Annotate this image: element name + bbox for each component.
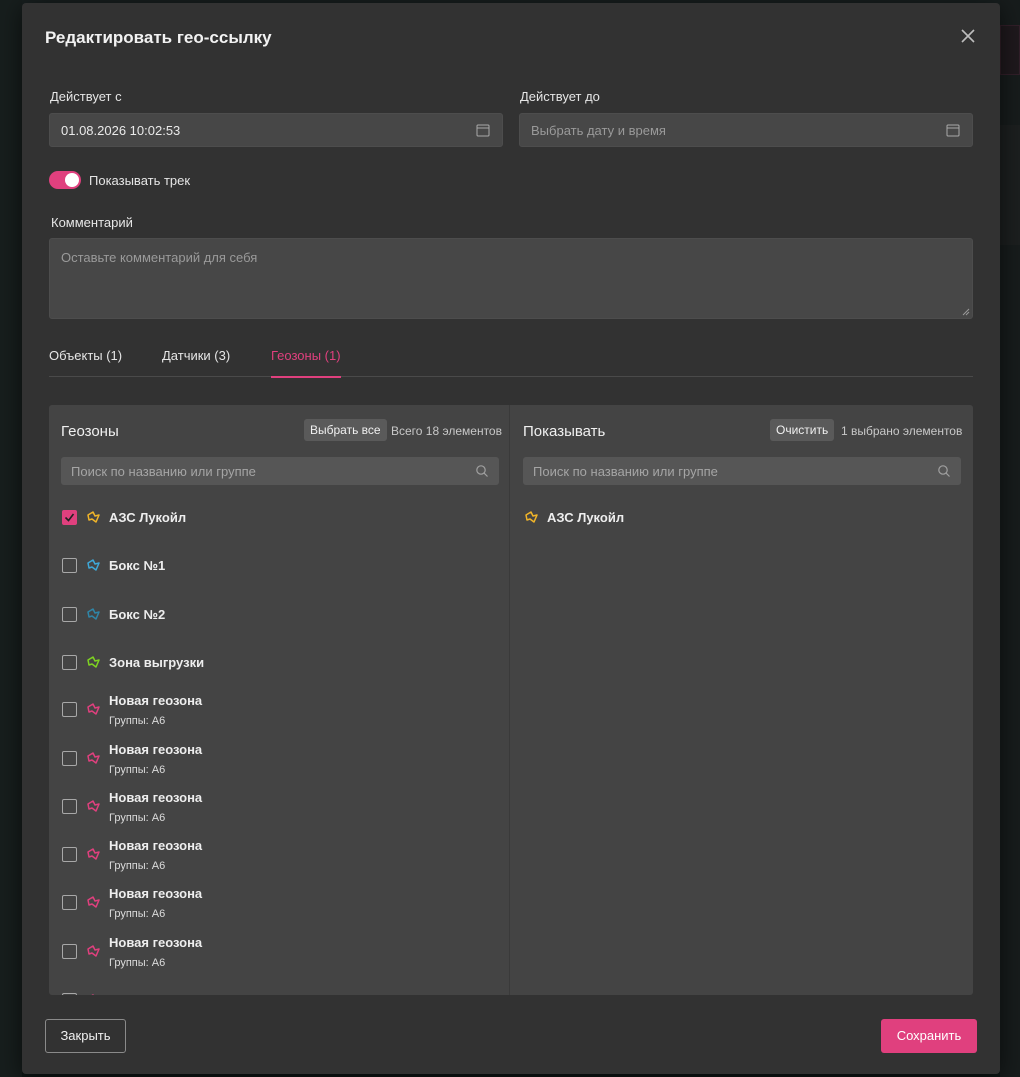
geozones-panel: Геозоны Выбрать все Всего 18 элементов П…: [49, 405, 510, 995]
item-name: АЗС Лукойл: [547, 510, 625, 525]
item-checkbox[interactable]: [62, 606, 77, 622]
item-checkbox[interactable]: [62, 847, 77, 863]
search-placeholder: Поиск по названию или группе: [533, 464, 718, 479]
item-group: Группы: А6: [109, 956, 166, 969]
item-checkbox[interactable]: [62, 895, 77, 911]
item-checkbox[interactable]: [62, 993, 77, 995]
valid-from-value: 01.08.2026 10:02:53: [61, 123, 181, 138]
search-icon: [476, 465, 488, 477]
geozone-icon: [86, 607, 101, 622]
edit-geolink-dialog: Редактировать гео-ссылку Действует с 01.…: [22, 3, 1000, 1074]
geozone-icon: [86, 702, 101, 717]
geozone-icon: [86, 944, 101, 959]
geozones-search-input[interactable]: Поиск по названию или группе: [61, 457, 499, 485]
close-button[interactable]: Закрыть: [45, 1019, 126, 1053]
calendar-icon[interactable]: [476, 123, 490, 137]
total-count: Всего 18 элементов: [391, 424, 502, 438]
comment-placeholder: Оставьте комментарий для себя: [61, 250, 258, 265]
geozone-icon: [86, 993, 101, 995]
clear-button[interactable]: Очистить: [770, 419, 835, 441]
geozone-icon: [86, 751, 101, 766]
geozones-panel-title: Геозоны: [61, 423, 119, 440]
show-track-label: Показывать трек: [89, 173, 191, 188]
tab-sensors[interactable]: Датчики (3): [162, 348, 230, 377]
item-name: Зона выгрузки: [109, 654, 205, 670]
item-checkbox[interactable]: [62, 510, 77, 525]
list-item[interactable]: Новая геозона Группы: А6: [49, 837, 510, 885]
item-name: Новая геозона: [109, 789, 203, 805]
close-icon[interactable]: [957, 25, 979, 47]
item-checkbox[interactable]: [62, 702, 77, 718]
save-button[interactable]: Сохранить: [881, 1019, 977, 1053]
check-icon: [64, 513, 75, 522]
valid-from-label: Действует с: [50, 89, 122, 104]
search-icon: [938, 465, 950, 477]
list-item[interactable]: Новая геозона Группы: А6: [49, 885, 510, 933]
item-checkbox[interactable]: [62, 943, 77, 959]
list-item[interactable]: Новая геозона Группы: А6: [49, 741, 510, 789]
item-name: Бокс №2: [109, 606, 166, 622]
geozone-icon: [86, 847, 101, 862]
valid-to-placeholder: Выбрать дату и время: [531, 123, 666, 138]
resize-grip-icon[interactable]: [962, 308, 970, 316]
list-item[interactable]: Новая геозона Группы: А6: [49, 692, 510, 740]
comment-label: Комментарий: [51, 215, 133, 230]
geozone-icon: [86, 799, 101, 814]
item-group: Группы: А6: [109, 715, 166, 728]
geozone-icon: [86, 655, 101, 670]
item-name: Новая геозона: [109, 934, 203, 950]
item-name: Новая геозона: [109, 886, 203, 902]
item-group: Группы: А6: [109, 860, 166, 873]
geozone-icon: [524, 510, 539, 525]
item-checkbox[interactable]: [62, 798, 77, 814]
selected-list: АЗС Лукойл: [511, 499, 972, 995]
item-checkbox[interactable]: [62, 654, 77, 670]
geozone-icon: [86, 895, 101, 910]
valid-from-field[interactable]: 01.08.2026 10:02:53: [49, 113, 503, 147]
transfer-panels: Геозоны Выбрать все Всего 18 элементов П…: [49, 405, 973, 995]
toggle-knob: [65, 173, 79, 187]
show-track-toggle[interactable]: [49, 171, 81, 189]
list-item[interactable]: Новая геозона Группы: А6: [49, 934, 510, 982]
geozone-icon: [86, 510, 101, 525]
item-name: Новая геозона: [109, 838, 203, 854]
item-name: Новая геозона: [109, 693, 203, 709]
comment-textarea[interactable]: Оставьте комментарий для себя: [49, 238, 973, 319]
show-panel-title: Показывать: [523, 423, 606, 440]
item-name: Бокс №1: [109, 558, 166, 574]
list-item[interactable]: Зона выгрузки: [49, 644, 510, 692]
valid-to-label: Действует до: [520, 89, 600, 104]
select-all-button[interactable]: Выбрать все: [304, 419, 387, 441]
tabs: Объекты (1) Датчики (3) Геозоны (1): [49, 343, 973, 378]
item-group: Группы: А6: [109, 811, 166, 824]
list-item[interactable]: АЗС Лукойл: [49, 499, 510, 547]
list-item[interactable]: Новая геозона Группы: А6: [49, 789, 510, 837]
tab-objects[interactable]: Объекты (1): [49, 348, 122, 377]
list-item[interactable]: Бокс №1: [49, 547, 510, 595]
calendar-icon[interactable]: [946, 123, 960, 137]
list-item[interactable]: Бокс №2: [49, 596, 510, 644]
dialog-title: Редактировать гео-ссылку: [45, 28, 272, 47]
item-name: АЗС Лукойл: [109, 510, 187, 525]
selected-count: 1 выбрано элементов: [841, 424, 963, 438]
item-group: Группы: А6: [109, 763, 166, 776]
tab-geozones[interactable]: Геозоны (1): [271, 348, 341, 378]
item-name: Новая геозона: [109, 741, 203, 757]
list-item[interactable]: Новая геозона: [49, 982, 510, 995]
show-panel: Показывать Очистить 1 выбрано элементов …: [511, 405, 973, 995]
item-group: Группы: А6: [109, 908, 166, 921]
selected-item: АЗС Лукойл: [511, 499, 972, 547]
item-checkbox[interactable]: [62, 558, 77, 574]
item-name: Новая геозона: [109, 993, 202, 995]
geozones-list: АЗС Лукойл Бокс №1 Бокс №2 Зона выгрузки Нов…: [49, 499, 510, 995]
item-checkbox[interactable]: [62, 750, 77, 766]
valid-to-field[interactable]: Выбрать дату и время: [519, 113, 973, 147]
show-search-input[interactable]: Поиск по названию или группе: [523, 457, 961, 485]
search-placeholder: Поиск по названию или группе: [71, 464, 256, 479]
geozone-icon: [86, 558, 101, 573]
